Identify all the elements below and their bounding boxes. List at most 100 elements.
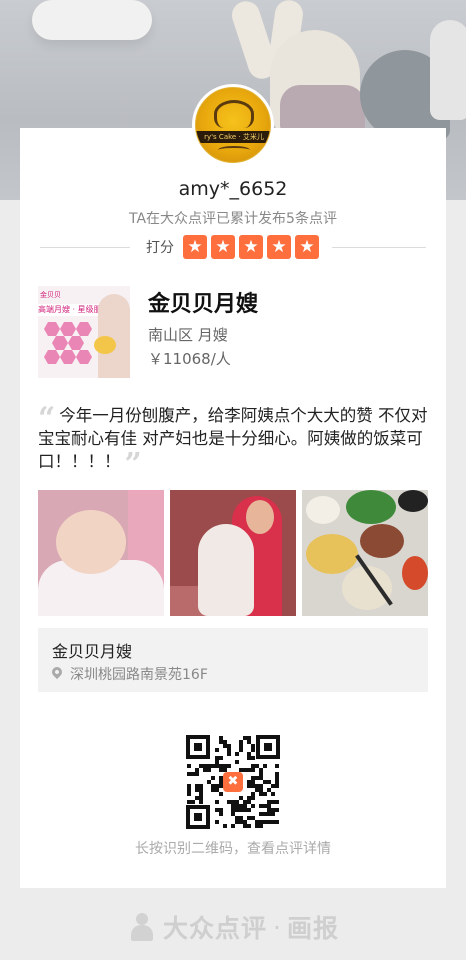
qr-module [191, 800, 195, 804]
qr-module [239, 748, 243, 752]
qr-module [263, 792, 267, 796]
avatar[interactable]: ry's Cake · 艾米儿 [192, 84, 274, 166]
hexagon-icon [76, 350, 92, 364]
shop-price: ￥11068/人 [148, 350, 231, 368]
review-photo[interactable] [38, 490, 164, 616]
baby-figure [94, 336, 116, 354]
brand-separator: · [273, 912, 281, 942]
qr-module [199, 800, 203, 804]
hexagon-icon [44, 350, 60, 364]
qr-module [215, 800, 219, 804]
qr-module [275, 800, 279, 804]
review-count-summary: TA在大众点评已累计发布5条点评 [129, 211, 337, 227]
qr-module [215, 748, 219, 752]
qr-finder [186, 805, 210, 829]
qr-module [219, 812, 223, 816]
shop-info[interactable]: 金贝贝 高端月嫂 · 星级服务 金贝贝月嫂 南山区 月嫂 ￥11068/人 [38, 286, 428, 380]
qr-module [219, 792, 223, 796]
crown-ornament-icon [214, 100, 254, 128]
qr-module [251, 768, 255, 772]
qr-module [211, 776, 215, 780]
location-card[interactable]: 金贝贝月嫂 深圳桃园路南景苑16F [38, 628, 428, 692]
qr-module [271, 812, 275, 816]
bowl [398, 490, 428, 512]
greens-dish [346, 490, 396, 524]
shop-name: 金贝贝月嫂 [148, 292, 259, 317]
bird-wing [430, 20, 466, 120]
review-photo[interactable] [170, 490, 296, 616]
hexagon-icon [76, 322, 92, 336]
qr-module [219, 756, 223, 760]
qr-module [187, 764, 191, 768]
photo-gallery [38, 490, 430, 616]
cloud-decoration [32, 0, 152, 40]
qr-module [187, 792, 191, 796]
hexagon-icon [60, 350, 76, 364]
hexagon-icon [60, 322, 76, 336]
rating-row: 打分 ★ ★ ★ ★ ★ [40, 235, 426, 259]
hexagon-icon [52, 336, 68, 350]
qr-module [247, 808, 251, 812]
dianping-person-icon [127, 912, 157, 942]
hexagon-icon [44, 322, 60, 336]
qr-module [251, 748, 255, 752]
divider [332, 247, 426, 248]
shop-thumbnail: 金贝贝 高端月嫂 · 星级服务 [38, 286, 130, 378]
shop-area: 南山区 月嫂 [148, 326, 228, 344]
divider [40, 247, 130, 248]
qr-module [235, 752, 239, 756]
woman-face [246, 500, 274, 534]
username: amy*_6652 [178, 178, 288, 200]
qr-module [227, 752, 231, 756]
location-pin-icon [49, 664, 65, 680]
qr-finder [256, 735, 280, 759]
star-icon: ★ [295, 235, 319, 259]
qr-module [223, 768, 227, 772]
hexagon-icon [68, 336, 84, 350]
rating-label: 打分 [146, 240, 174, 256]
qr-module [235, 760, 239, 764]
qr-module [275, 820, 279, 824]
review-text-block: “今年一月份刨腹产，给李阿姨点个大大的赞 不仅对宝宝耐心有佳 对产妇也是十分细心… [38, 404, 430, 480]
star-icon: ★ [267, 235, 291, 259]
swaddled-baby [198, 524, 254, 616]
qr-module [251, 756, 255, 760]
qr-module [215, 820, 219, 824]
qr-module [271, 792, 275, 796]
qr-module [207, 768, 211, 772]
avatar-logo: ry's Cake · 艾米儿 [195, 87, 271, 163]
location-address: 深圳桃园路南景苑16F [70, 667, 208, 683]
brand-footer: 大众点评 · 画报 [0, 907, 466, 947]
qr-module [251, 804, 255, 808]
qr-module [275, 764, 279, 768]
qr-module [219, 784, 223, 788]
qr-module [259, 824, 263, 828]
location-name: 金贝贝月嫂 [52, 642, 133, 661]
brand-sub: 画报 [286, 914, 339, 943]
egg-dish [306, 534, 358, 574]
qr-finder [186, 735, 210, 759]
avatar-logo-text: ry's Cake · 艾米儿 [196, 131, 270, 143]
qr-code[interactable]: ✖ [186, 735, 280, 829]
baby-face [56, 510, 126, 574]
qr-module [247, 824, 251, 828]
qr-module [251, 796, 255, 800]
qr-module [195, 772, 199, 776]
qr-module [275, 784, 279, 788]
star-rating: ★ ★ ★ ★ ★ [183, 235, 319, 259]
star-icon: ★ [183, 235, 207, 259]
cup [402, 556, 428, 590]
qr-module [227, 764, 231, 768]
qr-module [223, 824, 227, 828]
qr-module [231, 824, 235, 828]
thumbnail-tag: 金贝贝 [40, 291, 61, 299]
plate [306, 496, 340, 524]
brand-name: 大众点评 [163, 914, 268, 943]
review-photo[interactable] [302, 490, 428, 616]
thumbnail-title: 高端月嫂 · 星级服务 [38, 304, 102, 316]
meat-dish [360, 524, 404, 558]
qr-module [263, 764, 267, 768]
star-icon: ★ [239, 235, 263, 259]
close-quote-icon: ” [124, 447, 142, 482]
review-text: 今年一月份刨腹产，给李阿姨点个大大的赞 不仅对宝宝耐心有佳 对产妇也是十分细心。… [38, 406, 428, 471]
